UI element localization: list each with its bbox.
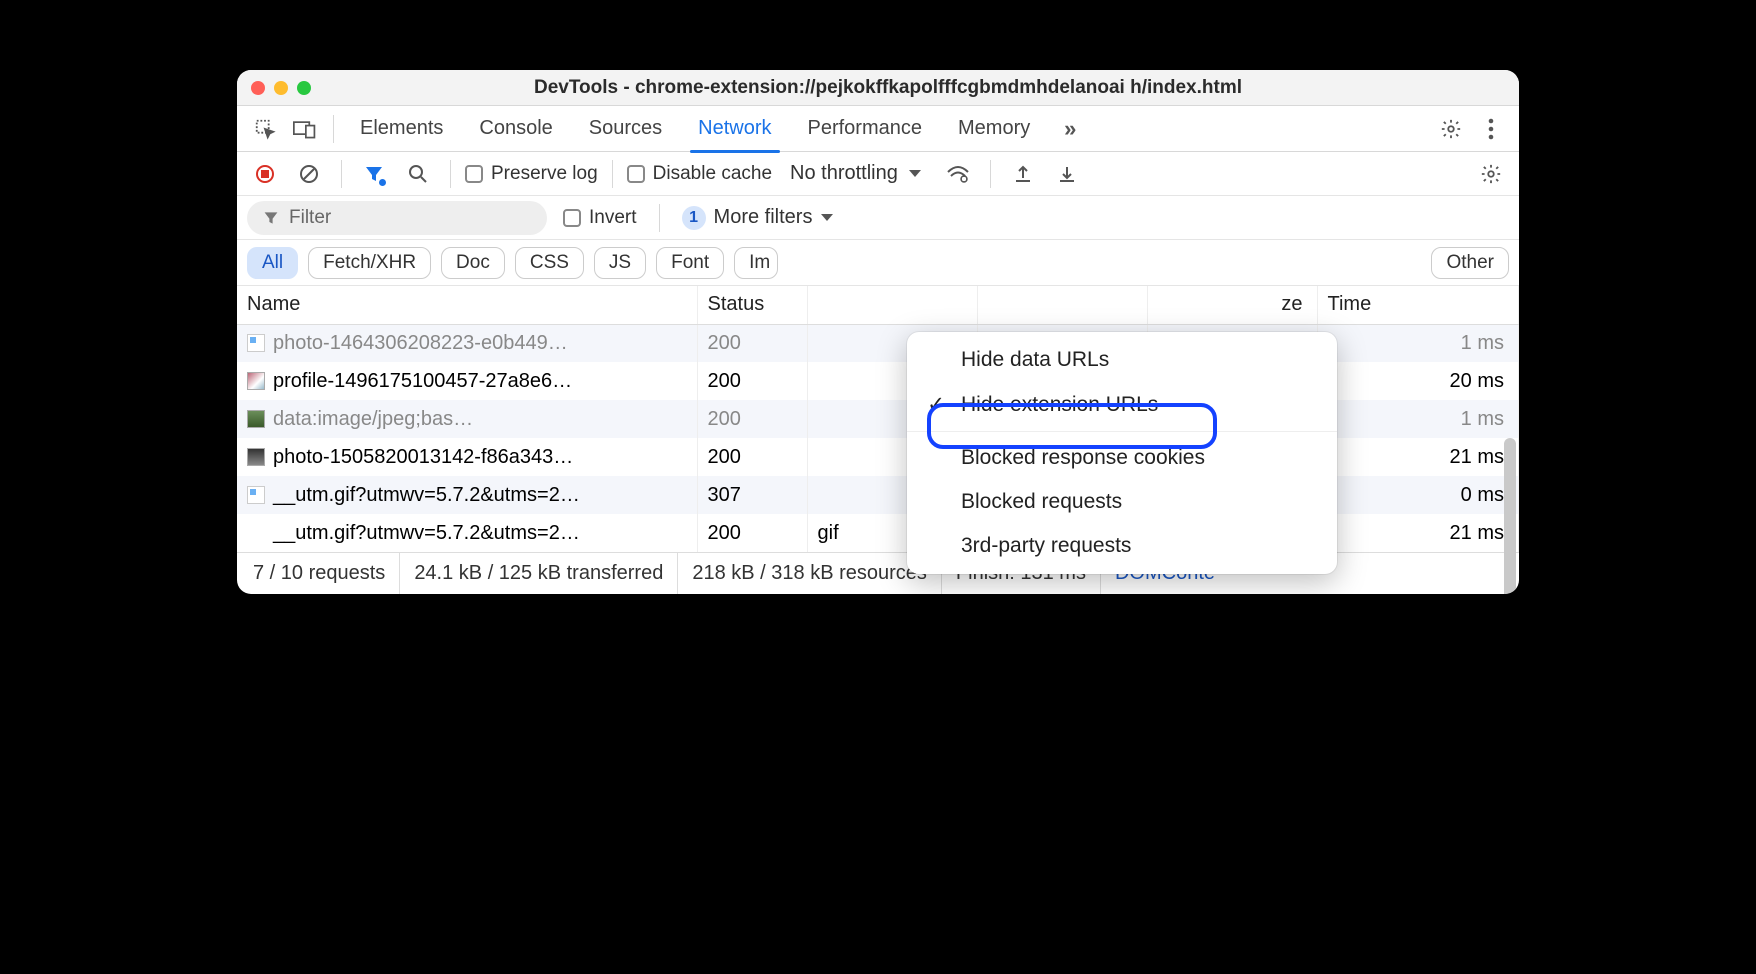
dropdown-item[interactable]: 3rd-party requests xyxy=(907,524,1337,568)
chip-fetch-xhr[interactable]: Fetch/XHR xyxy=(308,247,431,279)
close-window-button[interactable] xyxy=(251,81,265,95)
tab-elements[interactable]: Elements xyxy=(344,106,459,152)
chip-css[interactable]: CSS xyxy=(515,247,584,279)
status-transferred: 24.1 kB / 125 kB transferred xyxy=(400,553,678,594)
dropdown-item[interactable]: Hide data URLs xyxy=(907,338,1337,382)
dropdown-item-label: Hide data URLs xyxy=(961,348,1109,372)
more-filters-badge: 1 xyxy=(682,206,706,230)
panel-settings-gear-icon[interactable] xyxy=(1473,156,1509,192)
dropdown-item[interactable]: Blocked requests xyxy=(907,480,1337,524)
preserve-log-checkbox[interactable]: Preserve log xyxy=(465,163,598,185)
invert-label: Invert xyxy=(589,207,637,229)
traffic-lights xyxy=(251,81,311,95)
tab-sources[interactable]: Sources xyxy=(573,106,678,152)
settings-gear-icon[interactable] xyxy=(1433,111,1469,147)
request-name: profile-1496175100457-27a8e6… xyxy=(273,370,572,393)
col-name[interactable]: Name xyxy=(237,286,697,324)
dropdown-item-label: Blocked requests xyxy=(961,490,1122,514)
fullscreen-window-button[interactable] xyxy=(297,81,311,95)
check-icon: ✓ xyxy=(925,392,947,417)
search-icon[interactable] xyxy=(400,156,436,192)
device-toolbar-icon[interactable] xyxy=(287,111,323,147)
titlebar: DevTools - chrome-extension://pejkokffka… xyxy=(237,70,1519,106)
tab-memory[interactable]: Memory xyxy=(942,106,1046,152)
network-toolbar: Preserve log Disable cache No throttling xyxy=(237,152,1519,196)
chip-font[interactable]: Font xyxy=(656,247,724,279)
more-filters-label: More filters xyxy=(714,206,813,229)
chip-other[interactable]: Other xyxy=(1431,247,1509,279)
request-name: __utm.gif?utmwv=5.7.2&utms=2… xyxy=(273,522,580,545)
chip-js[interactable]: JS xyxy=(594,247,646,279)
dropdown-item-label: Hide extension URLs xyxy=(961,393,1158,417)
dropdown-item-label: Blocked response cookies xyxy=(961,446,1205,470)
upload-har-icon[interactable] xyxy=(1005,156,1041,192)
col-size[interactable]: ze xyxy=(1147,286,1317,324)
scrollbar[interactable] xyxy=(1504,438,1516,594)
request-name: data:image/jpeg;bas… xyxy=(273,408,473,431)
col-time[interactable]: Time xyxy=(1317,286,1519,324)
status-resources: 218 kB / 318 kB resources xyxy=(678,553,942,594)
inspect-element-icon[interactable] xyxy=(247,111,283,147)
disable-cache-checkbox[interactable]: Disable cache xyxy=(627,163,772,185)
request-time: 0 ms xyxy=(1317,476,1519,514)
minimize-window-button[interactable] xyxy=(274,81,288,95)
request-status: 200 xyxy=(697,438,807,476)
separator xyxy=(333,115,334,143)
request-name: __utm.gif?utmwv=5.7.2&utms=2… xyxy=(273,484,580,507)
request-time: 1 ms xyxy=(1317,400,1519,438)
request-status: 307 xyxy=(697,476,807,514)
preserve-log-label: Preserve log xyxy=(491,163,598,185)
kebab-menu-icon[interactable] xyxy=(1473,111,1509,147)
throttling-select[interactable]: No throttling xyxy=(780,162,932,185)
invert-checkbox[interactable]: Invert xyxy=(563,207,637,229)
request-status: 200 xyxy=(697,514,807,552)
window-title: DevTools - chrome-extension://pejkokffka… xyxy=(311,77,1505,99)
tab-performance[interactable]: Performance xyxy=(792,106,939,152)
request-time: 21 ms xyxy=(1317,514,1519,552)
request-status: 200 xyxy=(697,400,807,438)
request-time: 20 ms xyxy=(1317,362,1519,400)
chip-all[interactable]: All xyxy=(247,247,298,279)
network-conditions-icon[interactable] xyxy=(940,156,976,192)
chip-doc[interactable]: Doc xyxy=(441,247,505,279)
col-type[interactable] xyxy=(807,286,977,324)
dropdown-item[interactable]: Blocked response cookies xyxy=(907,431,1337,480)
dropdown-item[interactable]: ✓ Hide extension URLs xyxy=(907,382,1337,427)
col-status[interactable]: Status xyxy=(697,286,807,324)
more-tabs-button[interactable]: » xyxy=(1050,111,1086,147)
filter-funnel-icon[interactable] xyxy=(356,156,392,192)
chip-img[interactable]: Im xyxy=(734,247,778,279)
more-filters-button[interactable]: 1 More filters xyxy=(682,206,835,230)
throttling-label: No throttling xyxy=(790,162,898,185)
dropdown-item-label: 3rd-party requests xyxy=(961,534,1131,558)
main-tabs: Elements Console Sources Network Perform… xyxy=(237,106,1519,152)
col-initiator[interactable] xyxy=(977,286,1147,324)
filter-input[interactable]: Filter xyxy=(247,201,547,235)
filter-row: Filter Invert 1 More filters xyxy=(237,196,1519,240)
request-time: 1 ms xyxy=(1317,324,1519,362)
status-requests: 7 / 10 requests xyxy=(243,553,400,594)
clear-button[interactable] xyxy=(291,156,327,192)
disable-cache-label: Disable cache xyxy=(653,163,772,185)
tab-console[interactable]: Console xyxy=(463,106,568,152)
request-status: 200 xyxy=(697,324,807,362)
more-filters-dropdown: Hide data URLs ✓ Hide extension URLs Blocke… xyxy=(907,332,1337,574)
request-name: photo-1505820013142-f86a343… xyxy=(273,446,573,469)
table-header-row: Name Status ze Time xyxy=(237,286,1519,324)
filter-placeholder: Filter xyxy=(289,207,331,229)
request-name: photo-1464306208223-e0b449… xyxy=(273,332,568,355)
tab-network[interactable]: Network xyxy=(682,106,787,152)
request-time: 21 ms xyxy=(1317,438,1519,476)
type-filter-chips: All Fetch/XHR Doc CSS JS Font Im Other xyxy=(237,240,1519,286)
record-button[interactable] xyxy=(247,156,283,192)
devtools-window: DevTools - chrome-extension://pejkokffka… xyxy=(237,70,1519,594)
request-status: 200 xyxy=(697,362,807,400)
download-har-icon[interactable] xyxy=(1049,156,1085,192)
